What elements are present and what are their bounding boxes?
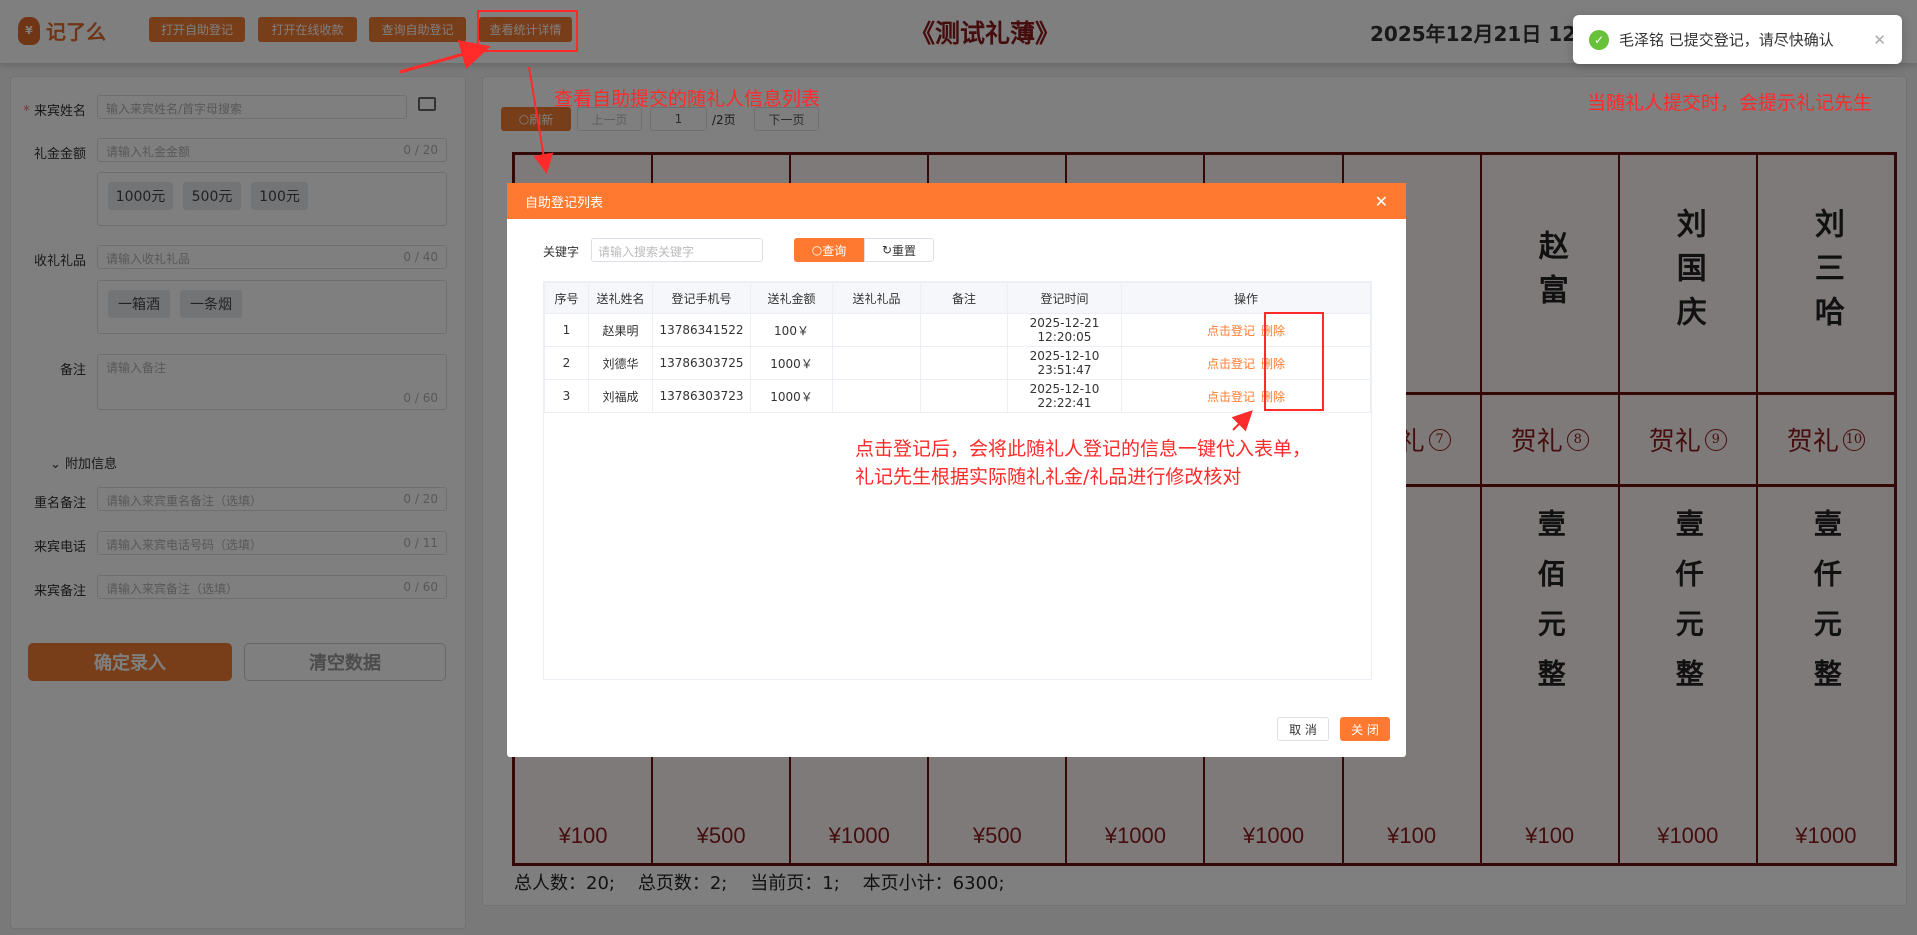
annotation-arrows xyxy=(399,40,1253,432)
annotation-arrow xyxy=(1231,410,1253,432)
annotation-arrow xyxy=(528,66,554,174)
annotation-arrow xyxy=(399,40,491,74)
